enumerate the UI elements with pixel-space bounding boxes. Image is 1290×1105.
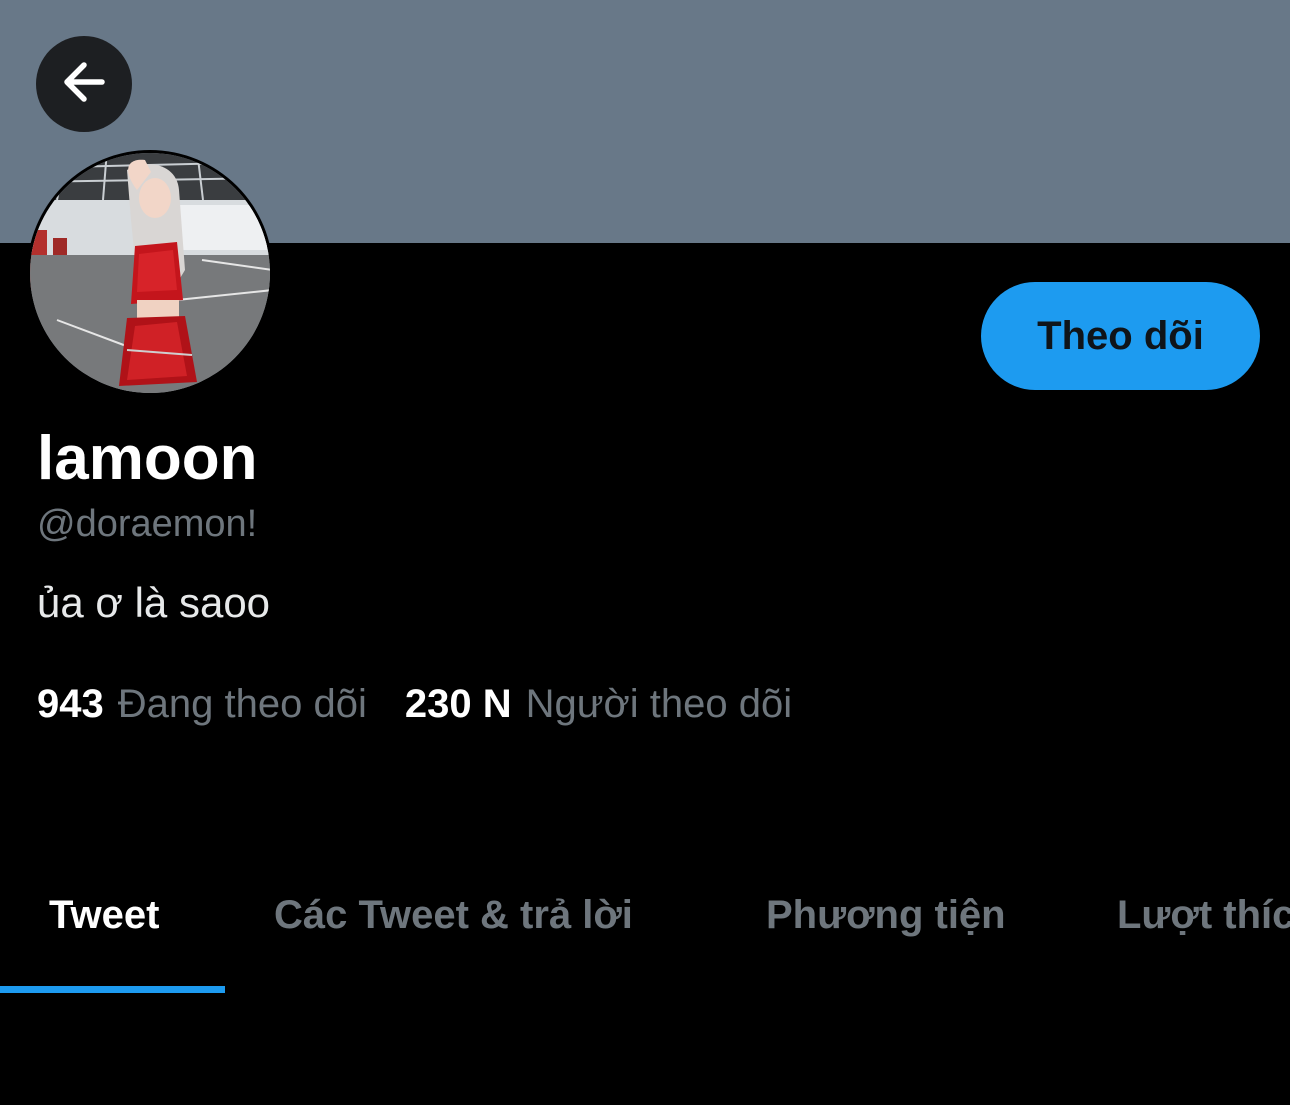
tab-likes[interactable]: Lượt thích	[1117, 895, 1290, 935]
following-count: 943	[37, 682, 104, 726]
active-tab-indicator	[0, 986, 225, 993]
follow-button[interactable]: Theo dõi	[981, 282, 1260, 390]
profile-tabs: Tweet Các Tweet & trả lời Phương tiện Lư…	[0, 860, 1290, 994]
back-button[interactable]	[36, 36, 132, 132]
avatar[interactable]	[27, 150, 273, 396]
followers-count: 230 N	[404, 682, 512, 726]
following-link[interactable]: 943 Đang theo dõi	[37, 684, 367, 724]
following-label: Đang theo dõi	[117, 682, 367, 726]
tab-media[interactable]: Phương tiện	[766, 895, 1006, 935]
arrow-left-icon	[58, 56, 110, 113]
tab-tweets[interactable]: Tweet	[49, 895, 159, 935]
profile-stats: 943 Đang theo dõi 230 N Người theo dõi	[37, 684, 792, 724]
display-name: lamoon	[37, 424, 258, 493]
profile-bio: ủa ơ là saoo	[37, 579, 271, 626]
user-handle: @doraemon!	[37, 503, 258, 545]
followers-link[interactable]: 230 N Người theo dõi	[405, 684, 792, 724]
followers-label: Người theo dõi	[525, 682, 793, 726]
tab-tweets-replies[interactable]: Các Tweet & trả lời	[274, 895, 633, 935]
